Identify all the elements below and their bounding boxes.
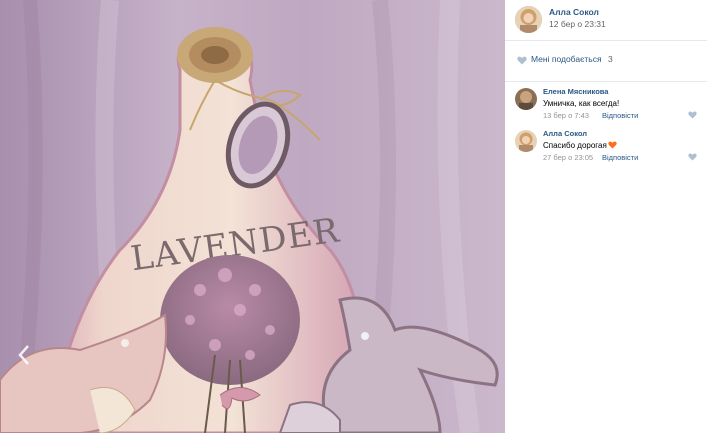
reply-button[interactable]: Відповісти: [602, 111, 638, 120]
like-label[interactable]: Мені подобається: [531, 54, 602, 64]
lavender-board-photo: LAVENDER: [0, 0, 505, 433]
post-photo[interactable]: LAVENDER: [0, 0, 505, 433]
post-header: Алла Сокол 12 бер о 23:31: [505, 0, 707, 41]
comment-timestamp[interactable]: 13 бер о 7:43: [543, 111, 589, 120]
commenter-avatar-image: [515, 88, 537, 110]
author-avatar-image: [515, 6, 542, 33]
comment-timestamp[interactable]: 27 бер о 23:05: [543, 153, 593, 162]
post-timestamp[interactable]: 12 бер о 23:31: [549, 19, 606, 29]
comment-author-link[interactable]: Алла Сокол: [543, 129, 587, 138]
comment-author-link[interactable]: Елена Мясникова: [543, 87, 608, 96]
comment: Елена Мясникова Умничка, как всегда! 13 …: [505, 82, 707, 124]
comment: Алла Сокол Спасибо дорогая 27 бер о 23:0…: [505, 124, 707, 166]
post-author-link[interactable]: Алла Сокол: [549, 7, 599, 17]
reply-button[interactable]: Відповісти: [602, 153, 638, 162]
heart-icon[interactable]: [688, 153, 697, 161]
previous-photo-button[interactable]: [14, 340, 34, 370]
comment-text: Умничка, как всегда!: [543, 99, 620, 108]
avatar[interactable]: [515, 130, 537, 152]
comment-text: Спасибо дорогая: [543, 141, 607, 150]
avatar[interactable]: [515, 6, 542, 33]
like-count[interactable]: 3: [608, 54, 613, 64]
comment-text-wrapper: Спасибо дорогая: [543, 141, 617, 150]
heart-icon[interactable]: [688, 111, 697, 119]
likes-bar: Мені подобається 3: [505, 41, 707, 82]
post-side-panel: Алла Сокол 12 бер о 23:31 Мені подобаєть…: [505, 0, 707, 433]
chevron-left-icon: [18, 345, 29, 365]
commenter-avatar-image: [515, 130, 537, 152]
heart-icon[interactable]: [517, 56, 527, 65]
avatar[interactable]: [515, 88, 537, 110]
orange-heart-emoji-icon: [608, 141, 617, 149]
